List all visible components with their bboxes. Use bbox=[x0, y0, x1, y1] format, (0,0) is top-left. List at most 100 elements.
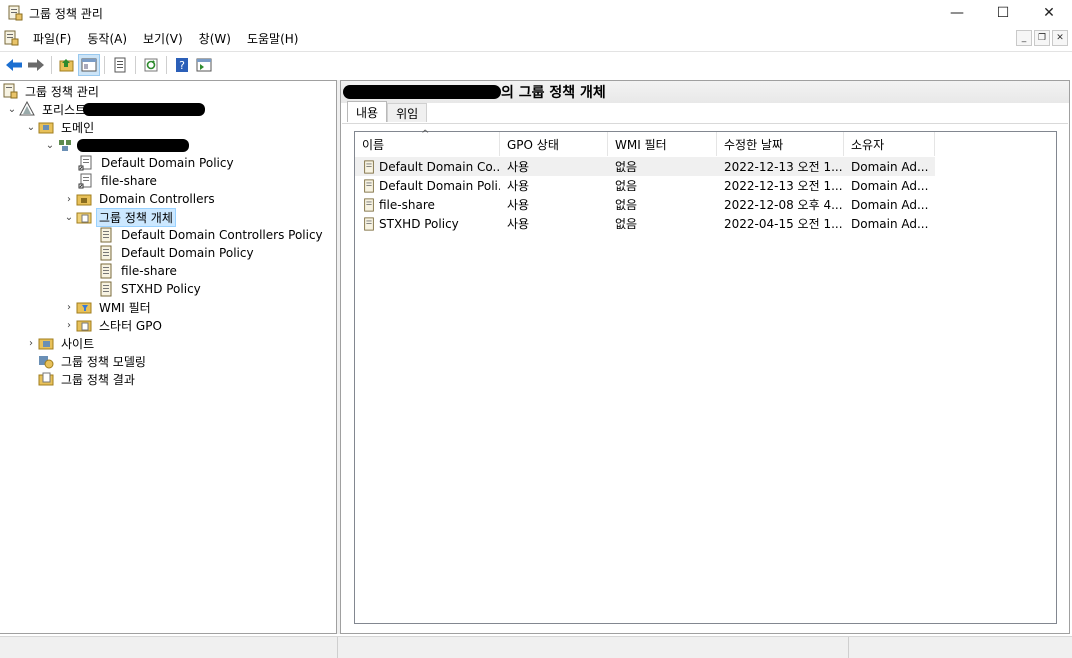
list-header: ^ 이름 GPO 상태 WMI 필터 수정한 날짜 소유자 bbox=[355, 129, 1056, 156]
column-label: 소유자 bbox=[851, 137, 885, 152]
tree-item-domains[interactable]: ⌄ 도메인 bbox=[24, 118, 97, 136]
tree-item-starter-gpos[interactable]: › 스타터 GPO bbox=[62, 316, 165, 334]
tree-item-label: Default Domain Policy bbox=[121, 246, 254, 260]
gpmc-app-icon bbox=[8, 5, 23, 21]
column-header-gpo-status[interactable]: GPO 상태 bbox=[500, 132, 608, 156]
results-icon bbox=[38, 372, 54, 386]
mmc-system-menu-icon[interactable] bbox=[3, 30, 19, 46]
collapsed-chevron-icon[interactable]: › bbox=[62, 190, 76, 208]
cell-wmi: 없음 bbox=[615, 179, 638, 193]
tree-item-gpo[interactable]: Default Domain Policy bbox=[98, 244, 257, 262]
column-label: 수정한 날짜 bbox=[724, 137, 784, 152]
properties-button[interactable] bbox=[109, 54, 131, 76]
expanded-chevron-icon[interactable]: ⌄ bbox=[24, 118, 38, 136]
tree-item-sites[interactable]: › 사이트 bbox=[24, 334, 97, 352]
show-hide-action-pane-button[interactable] bbox=[193, 54, 215, 76]
tree-item-label: Default Domain Policy bbox=[101, 156, 234, 170]
title-bar: 그룹 정책 관리 — ☐ ✕ bbox=[0, 0, 1072, 26]
status-bar bbox=[0, 636, 1072, 658]
column-header-modified[interactable]: 수정한 날짜 bbox=[717, 132, 844, 156]
collapsed-chevron-icon[interactable]: › bbox=[62, 298, 76, 316]
tree-item-domain-controllers[interactable]: › Domain Controllers bbox=[62, 190, 218, 208]
tree-item-group-policy-objects[interactable]: ⌄ 그룹 정책 개체 bbox=[62, 207, 176, 227]
help-button[interactable]: ? bbox=[171, 54, 193, 76]
column-header-name[interactable]: ^ 이름 bbox=[355, 129, 500, 156]
expanded-chevron-icon[interactable]: ⌄ bbox=[43, 136, 57, 154]
menu-window[interactable]: 창(W) bbox=[191, 30, 239, 47]
tree-item-label: file-share bbox=[121, 264, 177, 278]
column-header-wmi-filter[interactable]: WMI 필터 bbox=[608, 132, 717, 156]
mdi-restore-button[interactable]: ❐ bbox=[1034, 30, 1050, 46]
expanded-chevron-icon[interactable]: ⌄ bbox=[62, 208, 76, 226]
console-tree-pane: 그룹 정책 관리 ⌄ 포리스트 ⌄ 도메인 ⌄ Default Domain P… bbox=[0, 80, 337, 634]
cell-owner: Domain Ad... bbox=[851, 178, 929, 193]
tab-delegation[interactable]: 위임 bbox=[387, 103, 428, 122]
menu-help[interactable]: 도움말(H) bbox=[239, 30, 307, 47]
mdi-close-button[interactable]: ✕ bbox=[1052, 30, 1068, 46]
cell-modified: 2022-12-08 오후 4... bbox=[724, 198, 843, 212]
cell-name: Default Domain Co... bbox=[355, 157, 500, 176]
maximize-button[interactable]: ☐ bbox=[980, 0, 1026, 26]
tree-item-wmi-filters[interactable]: › WMI 필터 bbox=[62, 298, 154, 316]
tree-item-domain[interactable]: ⌄ bbox=[43, 136, 189, 154]
collapsed-chevron-icon[interactable]: › bbox=[24, 334, 38, 352]
folder-up-icon bbox=[59, 58, 74, 71]
tree-item-label: Default Domain Controllers Policy bbox=[121, 228, 323, 242]
tree-item-root[interactable]: 그룹 정책 관리 bbox=[2, 82, 102, 100]
ou-folder-icon bbox=[76, 194, 92, 206]
tree-item-gpo[interactable]: STXHD Policy bbox=[98, 280, 204, 298]
tree-item-gp-results[interactable]: 그룹 정책 결과 bbox=[38, 370, 138, 388]
mdi-minimize-button[interactable]: _ bbox=[1016, 30, 1032, 46]
window-title: 그룹 정책 관리 bbox=[29, 6, 103, 21]
action-pane-icon bbox=[196, 58, 212, 71]
tab-contents[interactable]: 내용 bbox=[347, 101, 388, 122]
collapsed-chevron-icon[interactable]: › bbox=[62, 316, 76, 334]
gpo-link-icon bbox=[78, 173, 92, 189]
tree-item-gp-modeling[interactable]: 그룹 정책 모델링 bbox=[38, 352, 149, 370]
menu-view[interactable]: 보기(V) bbox=[135, 30, 191, 47]
tree-item-label: Domain Controllers bbox=[99, 192, 215, 206]
menu-file[interactable]: 파일(F) bbox=[25, 30, 79, 47]
gpo-list-view[interactable]: ^ 이름 GPO 상태 WMI 필터 수정한 날짜 소유자 Default Do… bbox=[354, 129, 1057, 624]
svg-text:?: ? bbox=[179, 59, 185, 72]
gpo-scroll-icon bbox=[100, 227, 112, 243]
status-cell bbox=[849, 637, 1071, 658]
forward-arrow-icon bbox=[28, 58, 44, 71]
cell-status: 사용 bbox=[507, 179, 530, 193]
minimize-button[interactable]: — bbox=[934, 0, 980, 26]
redacted-forest-name bbox=[83, 102, 206, 116]
cell-text: Default Domain Co... bbox=[379, 159, 500, 174]
tree-item-gpo[interactable]: Default Domain Controllers Policy bbox=[98, 226, 326, 244]
close-button[interactable]: ✕ bbox=[1026, 0, 1072, 26]
tree-item-label: 그룹 정책 관리 bbox=[25, 84, 99, 99]
table-row[interactable]: Default Domain Co... 사용 없음 2022-12-13 오전… bbox=[355, 157, 935, 176]
tree-item-gpo[interactable]: file-share bbox=[98, 262, 180, 280]
tree-item-label: WMI 필터 bbox=[99, 300, 151, 315]
menu-action[interactable]: 동작(A) bbox=[79, 30, 135, 47]
expanded-chevron-icon[interactable]: ⌄ bbox=[5, 100, 19, 118]
refresh-button[interactable] bbox=[140, 54, 162, 76]
toolbar-separator bbox=[166, 55, 167, 74]
cell-wmi: 없음 bbox=[615, 160, 638, 174]
table-row[interactable]: file-share 사용 없음 2022-12-08 오후 4... Doma… bbox=[355, 195, 935, 214]
redacted-domain-name bbox=[343, 85, 501, 99]
back-button[interactable] bbox=[3, 54, 25, 76]
tree-item-file-share-link[interactable]: file-share bbox=[78, 172, 160, 190]
show-hide-console-tree-button[interactable] bbox=[78, 53, 100, 76]
tree-item-forest[interactable]: ⌄ 포리스트 bbox=[5, 100, 206, 118]
cell-owner: Domain Ad... bbox=[851, 216, 929, 231]
domains-folder-icon bbox=[38, 122, 54, 134]
cell-text: STXHD Policy bbox=[379, 216, 459, 231]
tree-item-label: 그룹 정책 모델링 bbox=[61, 354, 146, 369]
cell-text: Default Domain Poli... bbox=[379, 178, 500, 193]
gpo-scroll-icon bbox=[364, 178, 374, 193]
toolbar: ? bbox=[0, 51, 1072, 77]
tree-item-default-domain-policy-link[interactable]: Default Domain Policy bbox=[78, 154, 237, 172]
cell-owner: Domain Ad... bbox=[851, 159, 929, 174]
up-one-level-button[interactable] bbox=[56, 54, 78, 76]
table-row[interactable]: Default Domain Poli... 사용 없음 2022-12-13 … bbox=[355, 176, 935, 195]
table-row[interactable]: STXHD Policy 사용 없음 2022-04-15 오전 1... Do… bbox=[355, 214, 935, 233]
column-header-owner[interactable]: 소유자 bbox=[844, 132, 935, 156]
sites-icon bbox=[38, 338, 54, 350]
forward-button[interactable] bbox=[25, 54, 47, 76]
